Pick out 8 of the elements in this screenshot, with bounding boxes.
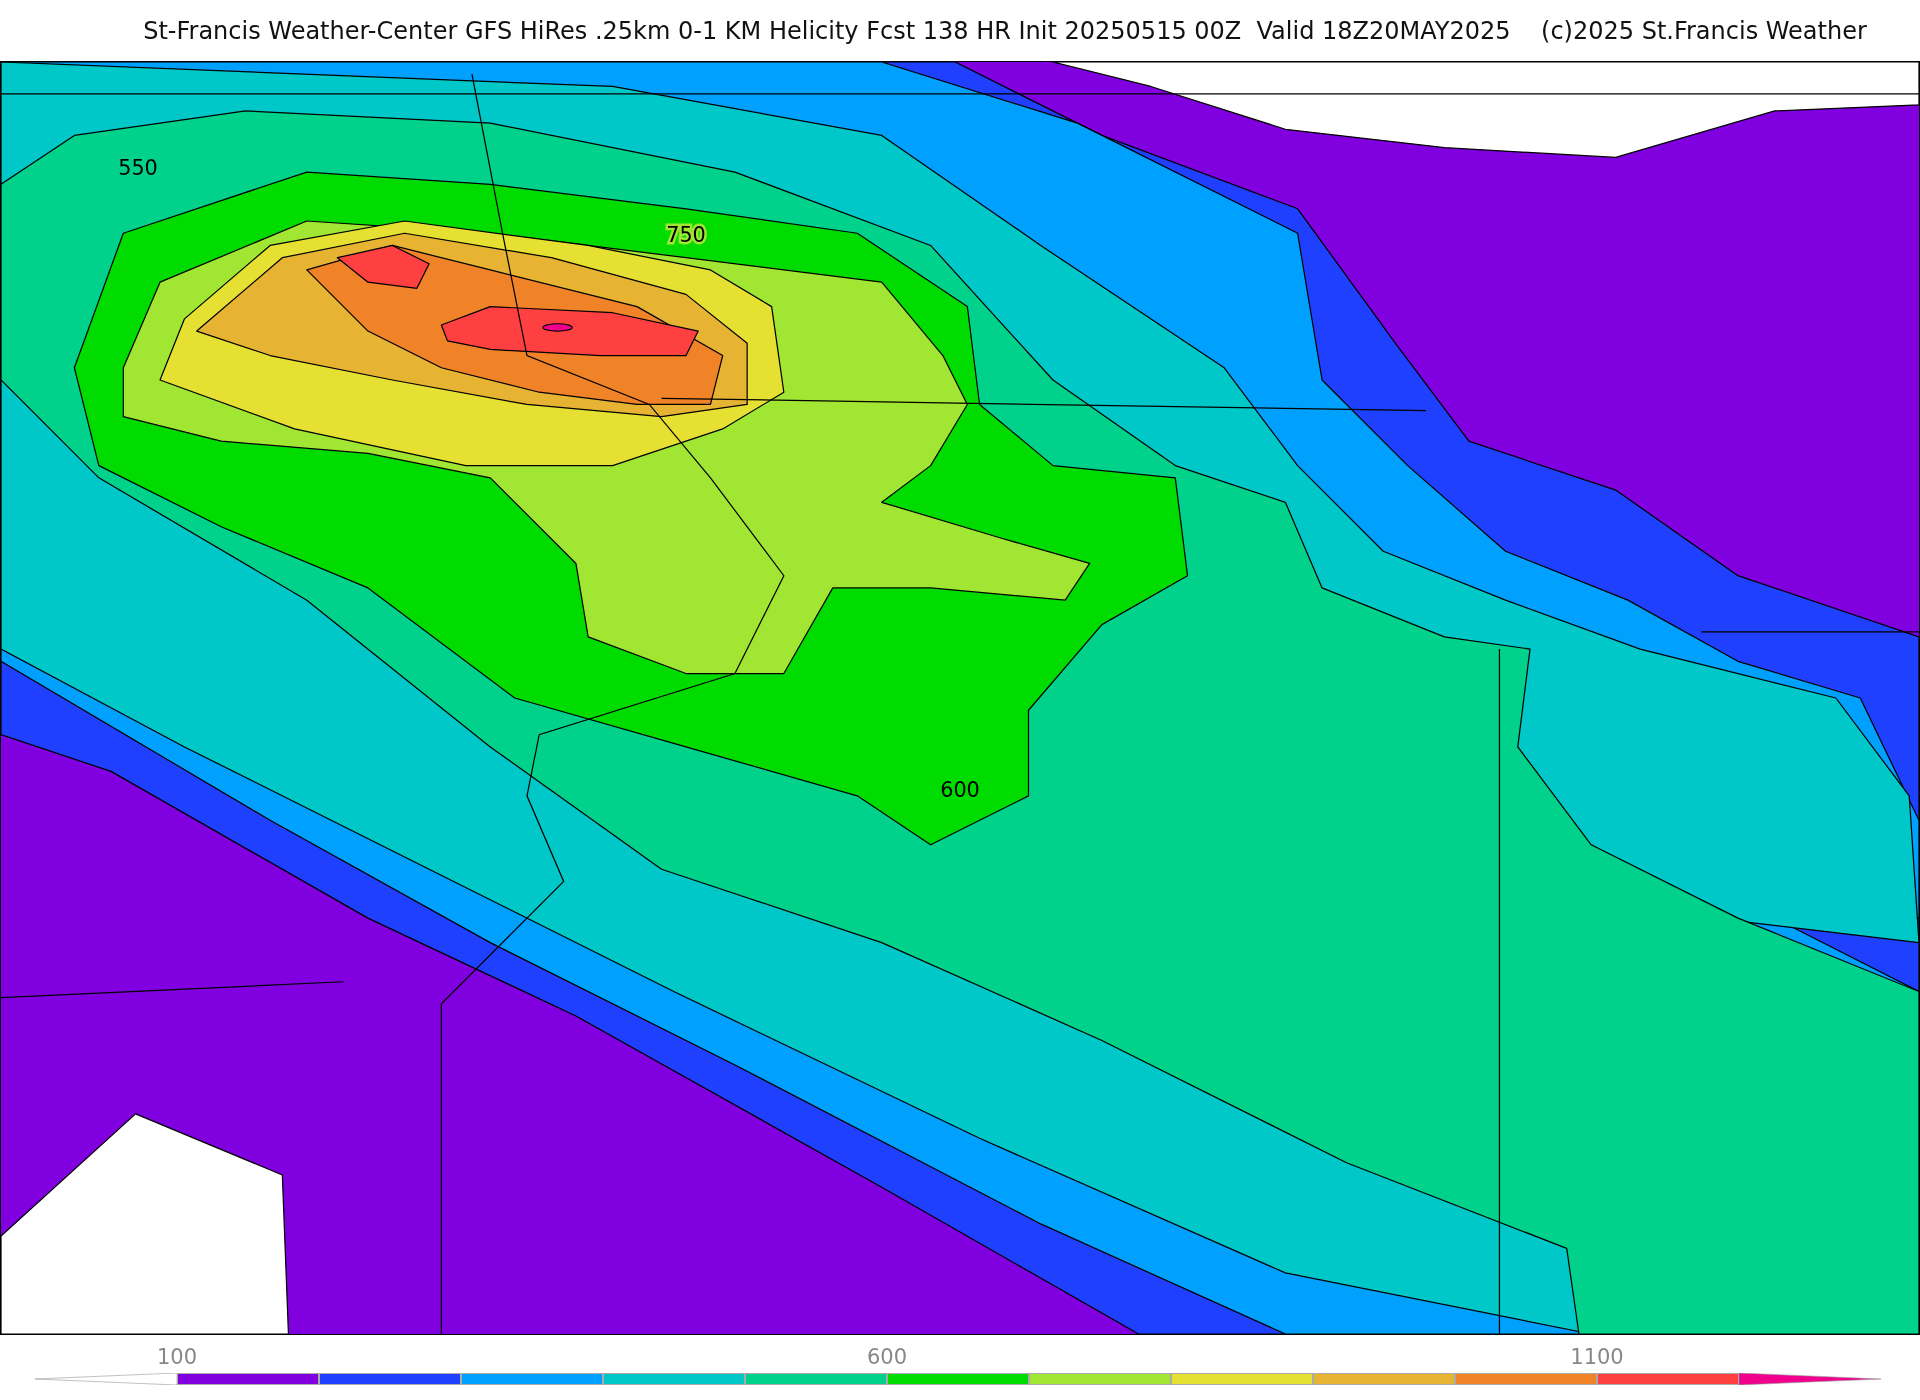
map-title: St-Francis Weather-Center GFS HiRes .25km 0-1 KM Helicity Fcst 138 HR Init 20250515 00Z Valid 18Z20MAY2025 (c)2025 St.Francis Weather — [142, 15, 1868, 47]
contour-label: 750 — [666, 222, 706, 247]
tick-label: 600 — [866, 1345, 908, 1369]
tick-label: 1100 — [1570, 1345, 1624, 1369]
tick-label: 100 — [156, 1345, 198, 1369]
colorbar-end-icon — [35, 1373, 177, 1385]
contour-label: 600 — [940, 778, 980, 803]
contour-label: 550 — [118, 155, 158, 180]
